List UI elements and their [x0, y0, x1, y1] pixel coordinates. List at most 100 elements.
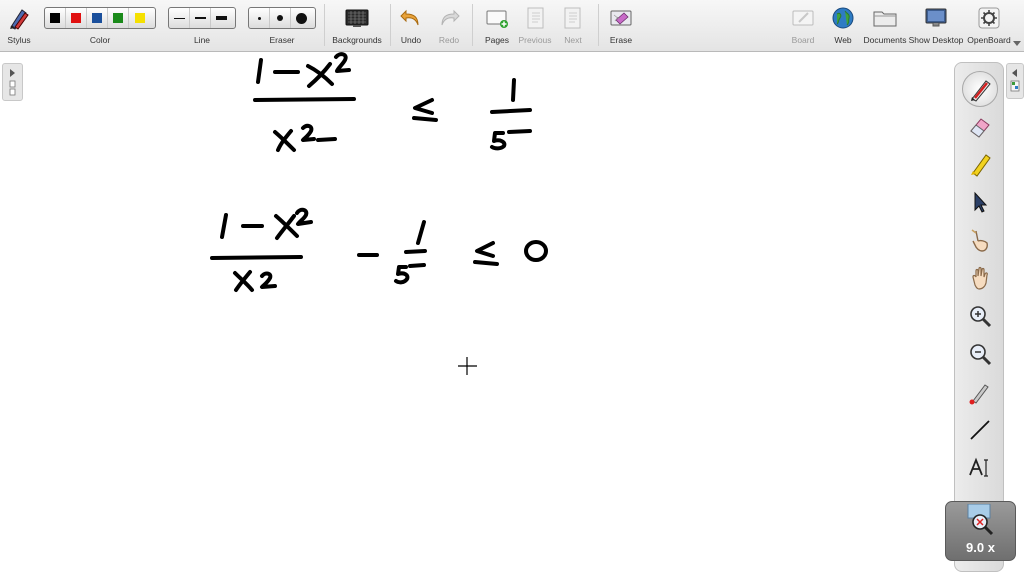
line-icon	[970, 420, 990, 440]
top-toolbar: Stylus Color Line Eraser Backgrounds Und…	[0, 0, 1024, 52]
pen-tool-button[interactable]	[962, 71, 998, 107]
selector-tool-button[interactable]	[965, 187, 995, 217]
color-swatch-black[interactable]	[45, 8, 66, 28]
documents-label: Documents	[863, 35, 907, 45]
previous-label: Previous	[518, 35, 552, 45]
zoom-level-indicator[interactable]: 9.0 x	[945, 501, 1016, 561]
documents-button[interactable]: Documents	[862, 0, 908, 51]
crosshair-cursor-icon	[458, 357, 477, 375]
globe-icon	[832, 7, 854, 29]
show-desktop-button[interactable]: Show Desktop	[908, 0, 964, 51]
undo-label: Undo	[400, 35, 422, 45]
backgrounds-icon	[345, 9, 369, 27]
stylus-icon	[10, 9, 29, 30]
selector-icon	[974, 191, 988, 213]
hand-tool-button[interactable]	[965, 263, 995, 293]
zoom-out-tool-button[interactable]	[965, 339, 995, 369]
backgrounds-button[interactable]: Backgrounds	[330, 0, 384, 51]
eraser-size-palette	[248, 7, 316, 29]
laser-pointer-tool-button[interactable]	[965, 377, 995, 407]
redo-icon	[441, 9, 460, 26]
collapse-arrow-icon	[1010, 69, 1020, 92]
hand-icon	[972, 266, 988, 290]
color-palette	[44, 7, 156, 29]
web-label: Web	[834, 35, 852, 45]
next-page-button[interactable]: Next	[556, 0, 590, 51]
eraser-group: Eraser	[248, 0, 316, 51]
next-label: Next	[564, 35, 582, 45]
zoom-out-icon	[970, 344, 992, 366]
handwritten-zero	[524, 240, 548, 262]
right-panel-toggle[interactable]	[1006, 63, 1024, 99]
eraser-large-button[interactable]	[291, 8, 312, 28]
stylus-button[interactable]: Stylus	[2, 0, 36, 51]
capture-icon	[967, 504, 994, 536]
text-icon	[969, 457, 988, 477]
color-swatch-red[interactable]	[66, 8, 87, 28]
line-tool-button[interactable]	[965, 415, 995, 445]
marker-tool-button[interactable]	[965, 149, 995, 179]
interactor-tool-button[interactable]	[965, 225, 995, 255]
whiteboard-canvas[interactable]	[0, 52, 1024, 576]
previous-page-button[interactable]: Previous	[516, 0, 554, 51]
handwritten-fraction-2	[210, 207, 313, 292]
undo-icon	[400, 9, 419, 26]
laser-pointer-icon	[969, 384, 989, 405]
erase-label: Erase	[609, 35, 633, 45]
color-group: Color	[44, 0, 156, 51]
next-page-icon	[564, 7, 581, 29]
text-tool-button[interactable]	[965, 453, 995, 483]
handwritten-fraction-2-5	[394, 220, 427, 285]
color-label: Color	[89, 35, 111, 45]
line-width-palette	[168, 7, 236, 29]
monitor-icon	[925, 8, 947, 27]
toolbar-collapse-icon[interactable]	[1013, 41, 1021, 46]
show-desktop-label: Show Desktop	[908, 35, 964, 45]
handwritten-fraction-1-5	[490, 78, 532, 151]
previous-page-icon	[527, 7, 544, 29]
pages-label: Pages	[484, 35, 510, 45]
toolbar-separator	[324, 4, 325, 46]
line-label: Line	[193, 35, 211, 45]
stylus-palette	[954, 62, 1004, 572]
stylus-label: Stylus	[7, 35, 31, 45]
line-thin-button[interactable]	[169, 8, 190, 28]
handwritten-fraction-1	[253, 52, 356, 152]
pen-icon	[971, 80, 991, 102]
zoom-in-icon	[970, 306, 992, 328]
color-swatch-blue[interactable]	[87, 8, 108, 28]
toolbar-separator	[598, 4, 599, 46]
toolbar-separator	[390, 4, 391, 46]
line-thick-button[interactable]	[211, 8, 232, 28]
line-medium-button[interactable]	[190, 8, 211, 28]
board-button[interactable]: Board	[786, 0, 820, 51]
gear-icon	[978, 7, 1000, 29]
web-button[interactable]: Web	[826, 0, 860, 51]
erase-icon	[610, 10, 632, 26]
zoom-in-tool-button[interactable]	[965, 301, 995, 331]
line-group: Line	[168, 0, 236, 51]
zoom-level-text: 9.0 x	[966, 540, 995, 555]
eraser-tool-button[interactable]	[965, 111, 995, 141]
eraser-label: Eraser	[269, 35, 295, 45]
eraser-icon	[970, 118, 990, 138]
openboard-label: OpenBoard	[967, 35, 1011, 45]
eraser-medium-button[interactable]	[270, 8, 291, 28]
pages-button[interactable]: Pages	[480, 0, 514, 51]
erase-button[interactable]: Erase	[604, 0, 638, 51]
eraser-small-button[interactable]	[249, 8, 270, 28]
board-icon	[792, 10, 814, 26]
undo-button[interactable]: Undo	[396, 0, 426, 51]
pages-icon	[486, 10, 508, 28]
folder-icon	[873, 11, 897, 27]
handwritten-leq-1	[412, 98, 438, 122]
backgrounds-label: Backgrounds	[332, 35, 382, 45]
redo-button[interactable]: Redo	[434, 0, 464, 51]
openboard-menu-button[interactable]: OpenBoard	[966, 0, 1012, 51]
board-label: Board	[791, 35, 815, 45]
marker-icon	[971, 154, 991, 177]
redo-label: Redo	[438, 35, 460, 45]
color-swatch-yellow[interactable]	[129, 8, 150, 28]
color-swatch-green[interactable]	[108, 8, 129, 28]
interactor-hand-icon	[971, 229, 988, 252]
